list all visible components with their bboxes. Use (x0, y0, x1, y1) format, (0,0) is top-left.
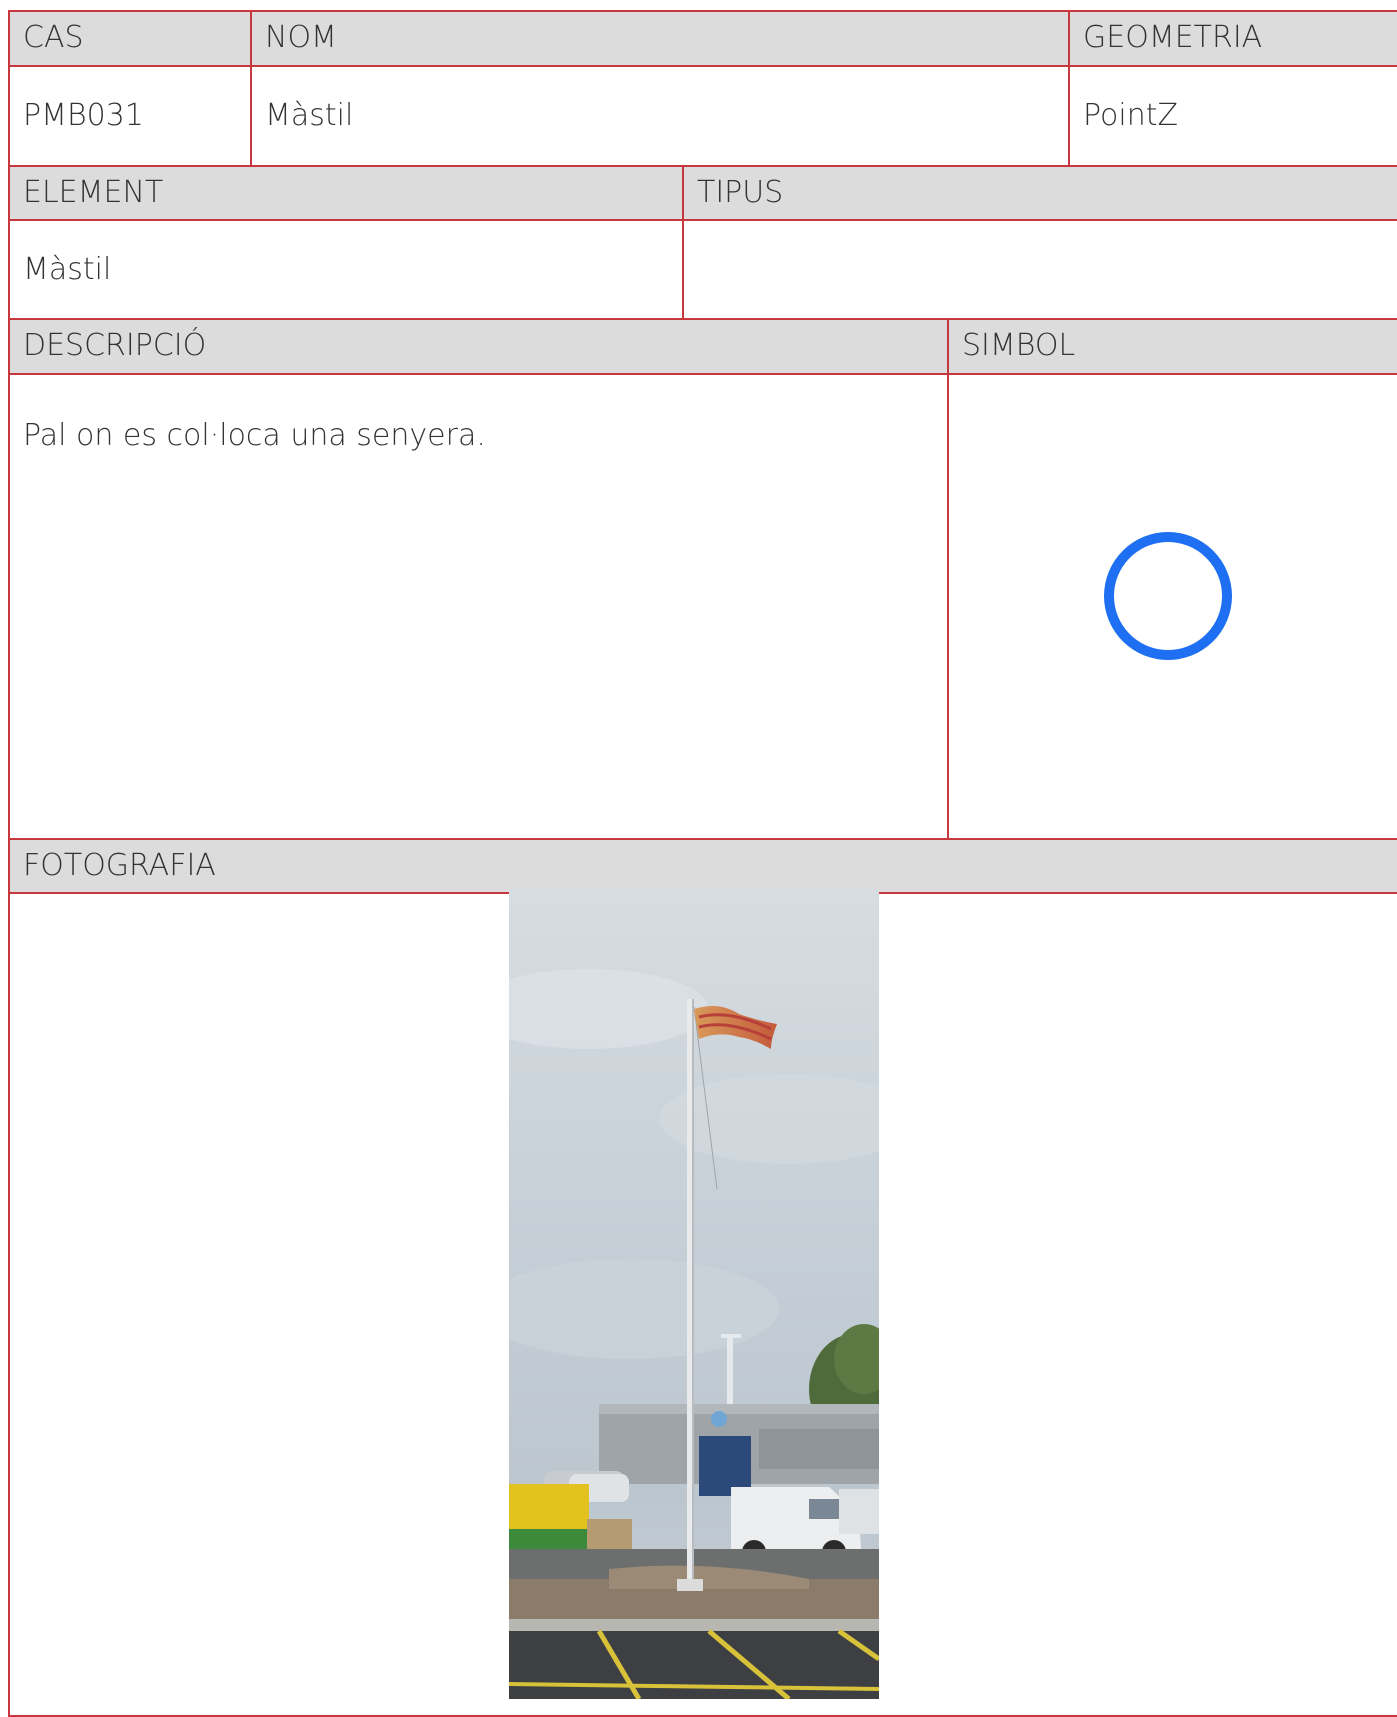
tipus-header: TIPUS (682, 165, 1397, 221)
tipus-value (682, 219, 1397, 320)
nom-header: NOM (250, 10, 1070, 67)
blue-circle-icon (1101, 529, 1235, 663)
cas-value: PMB031 (8, 65, 252, 167)
fotografia-header: FOTOGRAFIA (8, 838, 1397, 894)
flagpole-photo (509, 889, 879, 1699)
geometria-header: GEOMETRIA (1068, 10, 1397, 67)
cas-header: CAS (8, 10, 252, 67)
geometria-value: PointZ (1068, 65, 1397, 167)
element-value: Màstil (8, 219, 684, 320)
descripcio-value: Pal on es col·loca una senyera. (8, 373, 949, 840)
nom-value: Màstil (250, 65, 1070, 167)
element-header: ELEMENT (8, 165, 684, 221)
descripcio-header: DESCRIPCIÓ (8, 318, 949, 375)
simbol-header: SIMBOL (947, 318, 1397, 375)
